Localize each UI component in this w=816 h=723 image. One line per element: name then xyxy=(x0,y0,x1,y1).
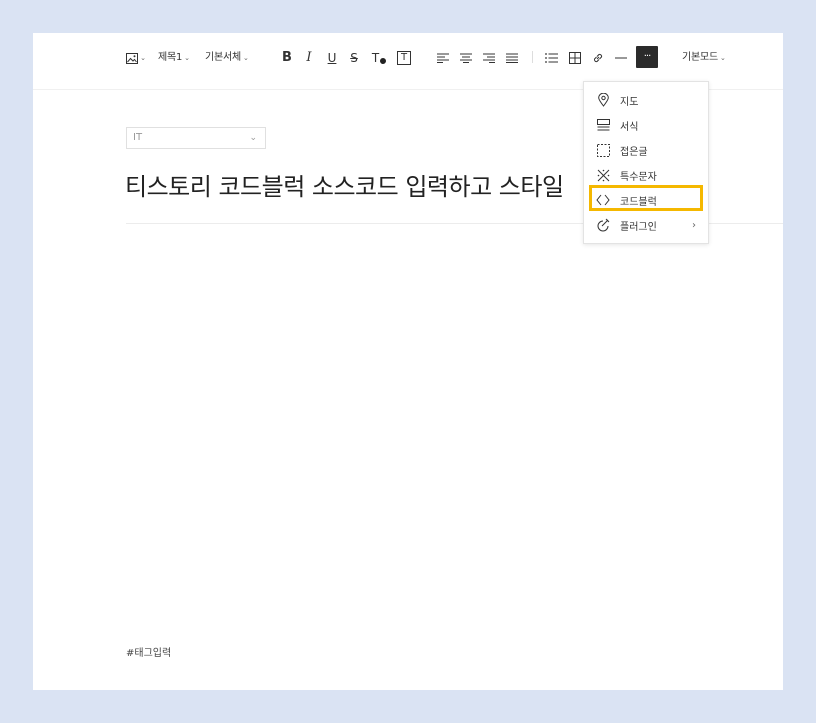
align-center-button[interactable] xyxy=(458,47,474,69)
font-label: 기본서체 xyxy=(205,52,241,63)
chevron-down-icon: ⌄ xyxy=(140,54,146,62)
menu-item-map[interactable]: 지도 xyxy=(584,88,708,112)
insert-link-button[interactable] xyxy=(590,47,606,69)
italic-button[interactable]: I xyxy=(301,47,317,69)
align-justify-button[interactable] xyxy=(504,47,520,69)
text-background-button[interactable]: T xyxy=(395,47,413,69)
menu-item-plugin[interactable]: 플러그인 › xyxy=(584,213,708,237)
bold-icon: B xyxy=(282,50,292,65)
fold-box-icon xyxy=(596,143,610,157)
menu-item-folded-text[interactable]: 접은글 xyxy=(584,138,708,162)
editor-panel: ⌄ 제목1 ⌄ 기본서체 ⌄ B I U S T T ··· 기본모드 ⌄ IT… xyxy=(33,33,783,690)
menu-item-label: 접은글 xyxy=(620,146,648,158)
chevron-right-icon: › xyxy=(692,219,696,231)
bold-button[interactable]: B xyxy=(279,47,295,69)
more-icon: ··· xyxy=(643,51,651,62)
menu-item-label: 지도 xyxy=(620,96,639,108)
italic-icon: I xyxy=(306,50,312,65)
insert-image-button[interactable]: ⌄ xyxy=(125,47,147,69)
align-right-button[interactable] xyxy=(481,47,497,69)
more-dropdown-menu: 지도 서식 접은글 특수문자 코드블럭 플러그인 › xyxy=(583,81,709,244)
template-icon xyxy=(596,118,610,132)
text-color-button[interactable]: T xyxy=(369,47,389,69)
table-icon xyxy=(569,52,581,64)
category-select[interactable]: IT ⌄ xyxy=(126,127,266,149)
toolbar-divider xyxy=(532,51,533,63)
menu-item-label: 특수문자 xyxy=(620,171,657,183)
color-dot-icon xyxy=(380,58,387,64)
chevron-down-icon: ⌄ xyxy=(720,54,726,62)
category-value: IT xyxy=(133,132,143,143)
align-left-button[interactable] xyxy=(435,47,451,69)
heading-label: 제목1 xyxy=(158,52,183,63)
align-right-icon xyxy=(483,53,495,63)
align-center-icon xyxy=(460,53,472,63)
plugin-icon xyxy=(596,218,610,232)
bulleted-list-icon xyxy=(544,53,558,63)
menu-item-label: 플러그인 xyxy=(620,221,657,233)
menu-item-special-characters[interactable]: 특수문자 xyxy=(584,163,708,187)
font-select[interactable]: 기본서체 ⌄ xyxy=(205,47,249,69)
insert-table-button[interactable] xyxy=(567,47,583,69)
chevron-down-icon: ⌄ xyxy=(243,54,249,62)
text-background-icon: T xyxy=(397,51,411,65)
editor-mode-select[interactable]: 기본모드 ⌄ xyxy=(682,47,726,69)
editor-mode-label: 기본모드 xyxy=(682,52,718,63)
chevron-down-icon: ⌄ xyxy=(249,133,257,143)
underline-icon: U xyxy=(327,51,337,65)
text-color-icon: T xyxy=(371,51,380,65)
horizontal-line-button[interactable] xyxy=(613,47,629,69)
code-block-highlight xyxy=(589,185,703,211)
strikethrough-button[interactable]: S xyxy=(346,47,362,69)
strikethrough-icon: S xyxy=(350,51,358,65)
link-icon xyxy=(593,53,603,63)
post-title-input[interactable]: 티스토리 코드블럭 소스코드 입력하고 스타일 xyxy=(125,167,564,202)
horizontal-line-icon xyxy=(615,57,627,59)
align-justify-icon xyxy=(506,53,518,63)
more-menu-button[interactable]: ··· xyxy=(636,46,658,68)
underline-button[interactable]: U xyxy=(324,47,340,69)
tag-input[interactable]: #태그입력 xyxy=(126,644,171,659)
chevron-down-icon: ⌄ xyxy=(184,54,190,62)
bulleted-list-button[interactable] xyxy=(543,47,559,69)
menu-item-template[interactable]: 서식 xyxy=(584,113,708,137)
special-char-icon xyxy=(596,168,610,182)
heading-select[interactable]: 제목1 ⌄ xyxy=(158,47,190,69)
map-pin-icon xyxy=(596,93,610,107)
align-left-icon xyxy=(437,53,449,63)
menu-item-label: 서식 xyxy=(620,121,639,133)
image-icon xyxy=(126,52,139,64)
